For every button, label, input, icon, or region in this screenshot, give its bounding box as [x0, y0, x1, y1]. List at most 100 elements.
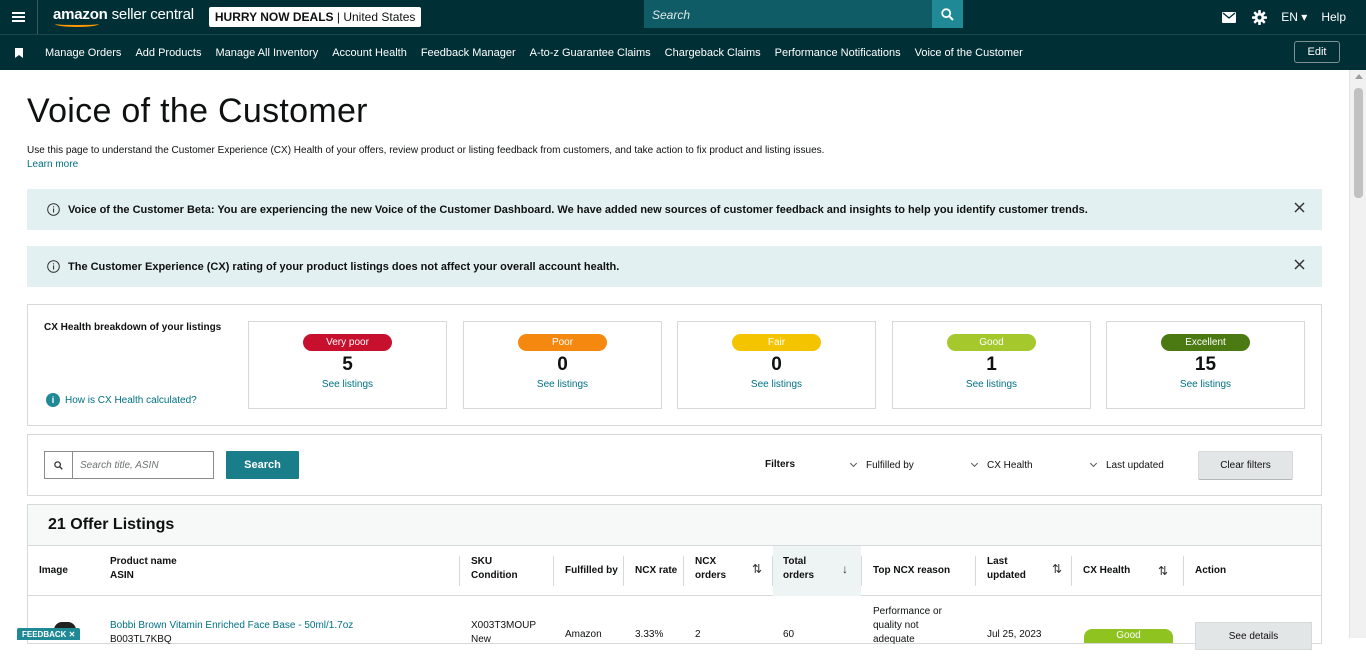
cx-health-breakdown-card: CX Health breakdown of your listings i H… [27, 304, 1322, 426]
amazon-seller-central-logo[interactable]: amazon seller central [53, 5, 194, 27]
info-icon [47, 203, 60, 216]
last-updated-filter[interactable]: Last updated [1089, 459, 1164, 471]
help-link[interactable]: Help [1321, 10, 1346, 24]
product-name-link[interactable]: Bobbi Brown Vitamin Enriched Face Base -… [110, 619, 353, 633]
col-divider [623, 556, 624, 586]
filter-bar: Search title, ASIN Search Filters Fulfil… [27, 434, 1322, 496]
col-product-name: Product name ASIN [110, 546, 458, 596]
sort-icon[interactable]: ⇅ [1158, 564, 1168, 578]
nav-item-performance-notifications[interactable]: Performance Notifications [775, 47, 901, 59]
search-icon [44, 451, 72, 479]
bookmark-nav-bar: Manage Orders Add Products Manage All In… [0, 34, 1366, 70]
see-listings-excellent-link[interactable]: See listings [1107, 379, 1304, 390]
store-name: HURRY NOW DEALS [214, 10, 334, 24]
logo-text-seller-central: seller central [107, 5, 194, 23]
see-listings-poor-link[interactable]: See listings [464, 379, 661, 390]
cx-tile-poor: Poor 0 See listings [463, 321, 662, 409]
close-icon[interactable] [1294, 202, 1305, 213]
col-ncx-orders[interactable]: NCX orders ⇅ [684, 546, 772, 596]
nav-item-feedback-manager[interactable]: Feedback Manager [421, 47, 516, 59]
col-last-updated[interactable]: Last updated ⇅ [976, 546, 1071, 596]
cx-badge-excellent: Excellent [1161, 334, 1250, 351]
offer-listings-table: 21 Offer Listings Image Product name ASI… [27, 504, 1322, 650]
col-divider [459, 556, 460, 586]
col-total-orders-label-1: Total [783, 556, 807, 567]
store-country: United States [343, 10, 416, 24]
nav-item-manage-orders[interactable]: Manage Orders [45, 47, 121, 59]
search-button[interactable]: Search [226, 451, 299, 479]
sort-descending-icon[interactable]: ↓ [842, 562, 848, 576]
clear-filters-button[interactable]: Clear filters [1198, 451, 1293, 480]
listing-search-input[interactable]: Search title, ASIN [72, 451, 214, 479]
fulfilled-by-filter-label: Fulfilled by [866, 460, 914, 471]
col-divider [861, 556, 862, 586]
col-ncx-rate: NCX rate [635, 565, 678, 576]
nav-items: Manage Orders Add Products Manage All In… [45, 47, 1037, 59]
global-search-input[interactable]: Search [644, 0, 932, 28]
store-switcher[interactable]: HURRY NOW DEALS | United States [208, 7, 422, 27]
last-updated-value: Jul 25, 2023 [987, 629, 1042, 640]
mail-icon[interactable] [1222, 11, 1237, 23]
cx-tile-good: Good 1 See listings [892, 321, 1091, 409]
cx-health-filter[interactable]: CX Health [970, 459, 1033, 471]
nav-item-a-to-z-claims[interactable]: A-to-z Guarantee Claims [530, 47, 651, 59]
nav-item-manage-all-inventory[interactable]: Manage All Inventory [215, 47, 318, 59]
logo-text-amazon: amazon [53, 5, 108, 23]
global-search-button[interactable] [932, 0, 963, 28]
hamburger-menu-icon[interactable] [0, 0, 38, 34]
filters-label: Filters [765, 459, 796, 470]
sort-icon[interactable]: ⇅ [1052, 562, 1062, 576]
scrollbar-thumb[interactable] [1354, 88, 1363, 198]
col-divider [553, 556, 554, 586]
cx-tile-fair: Fair 0 See listings [677, 321, 876, 409]
cx-badge-good: Good [947, 334, 1036, 351]
page-intro: Use this page to understand the Customer… [27, 145, 825, 156]
chevron-down-icon [849, 459, 858, 468]
search-icon [941, 7, 954, 21]
col-condition-label: Condition [471, 570, 518, 581]
learn-more-link[interactable]: Learn more [27, 159, 78, 170]
see-listings-good-link[interactable]: See listings [893, 379, 1090, 390]
col-cx-health[interactable]: CX Health ⇅ [1072, 546, 1182, 596]
nav-item-chargeback-claims[interactable]: Chargeback Claims [665, 47, 761, 59]
cx-health-calculation-text: How is CX Health calculated? [65, 394, 197, 406]
page-scrollbar[interactable] [1349, 70, 1366, 638]
cx-count-poor: 0 [557, 354, 568, 375]
close-icon[interactable] [1294, 259, 1305, 270]
col-cx-health-label: CX Health [1083, 565, 1131, 576]
language-selector[interactable]: EN ▾ [1281, 10, 1307, 24]
see-listings-very-poor-link[interactable]: See listings [249, 379, 446, 390]
page-title: Voice of the Customer [27, 92, 368, 130]
beta-alert: Voice of the Customer Beta: You are expe… [27, 189, 1322, 230]
col-total-orders-label-2: orders [783, 570, 815, 581]
scroll-up-arrow-icon[interactable] [1355, 74, 1363, 79]
cx-health-title: CX Health breakdown of your listings [44, 322, 222, 333]
fulfilled-by-filter[interactable]: Fulfilled by [849, 459, 914, 471]
info-icon [47, 260, 60, 273]
col-top-ncx-reason: Top NCX reason [873, 565, 951, 576]
col-total-orders[interactable]: Total orders ↓ [773, 546, 861, 596]
gear-icon[interactable] [1252, 9, 1268, 25]
global-search: Search [644, 0, 963, 28]
see-details-button[interactable]: See details [1195, 622, 1312, 650]
cx-health-calculation-link[interactable]: i How is CX Health calculated? [46, 393, 197, 407]
cx-count-excellent: 15 [1194, 354, 1217, 375]
cx-rating-alert: The Customer Experience (CX) rating of y… [27, 246, 1322, 287]
cx-count-very-poor: 5 [342, 354, 353, 375]
bookmark-icon[interactable] [0, 47, 38, 58]
fulfilled-by-value: Amazon [565, 629, 602, 640]
top-ncx-reason-line-1: Performance or [873, 606, 942, 617]
cx-tile-excellent: Excellent 15 See listings [1106, 321, 1305, 409]
product-asin: B003TL7KBQ [110, 634, 172, 645]
table-title: 21 Offer Listings [48, 516, 175, 533]
nav-item-voice-of-the-customer[interactable]: Voice of the Customer [915, 47, 1023, 59]
ncx-orders-value: 2 [695, 629, 701, 640]
top-right-controls: EN ▾ Help [1214, 0, 1366, 34]
nav-item-add-products[interactable]: Add Products [135, 47, 201, 59]
chevron-down-icon [970, 459, 979, 468]
edit-bookmarks-button[interactable]: Edit [1294, 41, 1340, 63]
see-listings-fair-link[interactable]: See listings [678, 379, 875, 390]
sort-icon[interactable]: ⇅ [752, 562, 762, 576]
feedback-tab[interactable]: FEEDBACK ✕ [17, 628, 81, 640]
nav-item-account-health[interactable]: Account Health [332, 47, 407, 59]
